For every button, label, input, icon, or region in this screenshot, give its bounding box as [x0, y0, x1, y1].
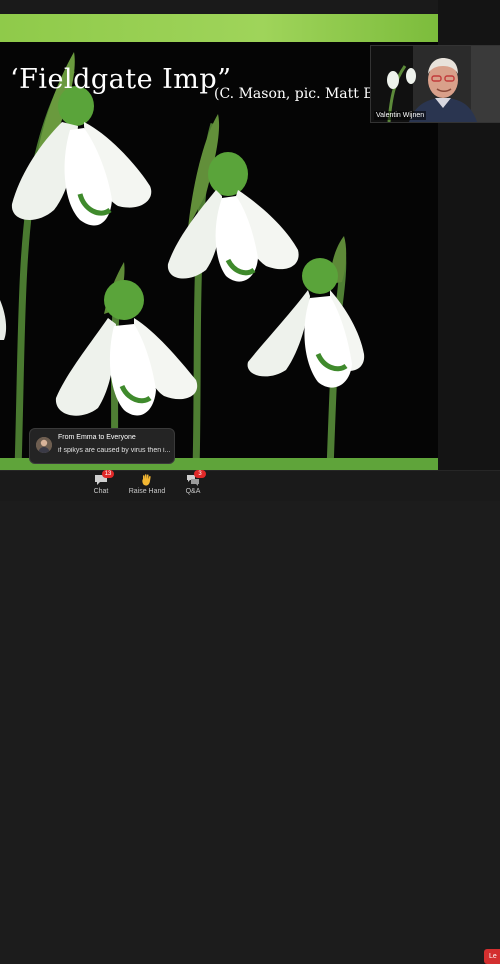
chat-badge: 13	[102, 470, 114, 478]
zoom-webinar-window: ‘Fieldgate Imp” (C. Mason, pic. Matt Bis…	[0, 0, 500, 964]
speaker-video-tile[interactable]: Valentin Wijnen	[370, 45, 500, 123]
raise-hand-label: Raise Hand	[128, 488, 166, 495]
slide-credit: (C. Mason, pic. Matt Bis	[214, 86, 386, 102]
chat-label: Chat	[93, 488, 109, 495]
chat-icon: 13	[94, 470, 114, 485]
sender-avatar	[36, 437, 52, 453]
chat-notification[interactable]: From Emma to Everyone if spikys are caus…	[29, 428, 175, 464]
raise-hand-button[interactable]: Raise Hand	[125, 473, 169, 499]
avatar-icon	[36, 437, 52, 453]
chat-button[interactable]: 13 Chat	[79, 470, 123, 499]
chat-notification-title: From Emma to Everyone	[58, 434, 136, 441]
raise-hand-icon	[140, 473, 154, 486]
qa-label: Q&A	[185, 488, 201, 495]
slide-title: ‘Fieldgate Imp”	[10, 64, 232, 95]
qa-icon: 3	[186, 470, 206, 486]
leave-button[interactable]: Le	[484, 949, 500, 964]
qa-badge: 3	[194, 470, 206, 478]
meeting-toolbar: 13 Chat Raise Hand 3 Q&A Le	[0, 470, 500, 964]
chat-notification-message: if spikys are caused by virus then i...	[58, 447, 170, 454]
qa-button[interactable]: 3 Q&A	[171, 470, 215, 499]
participant-name: Valentin Wijnen	[374, 111, 427, 120]
